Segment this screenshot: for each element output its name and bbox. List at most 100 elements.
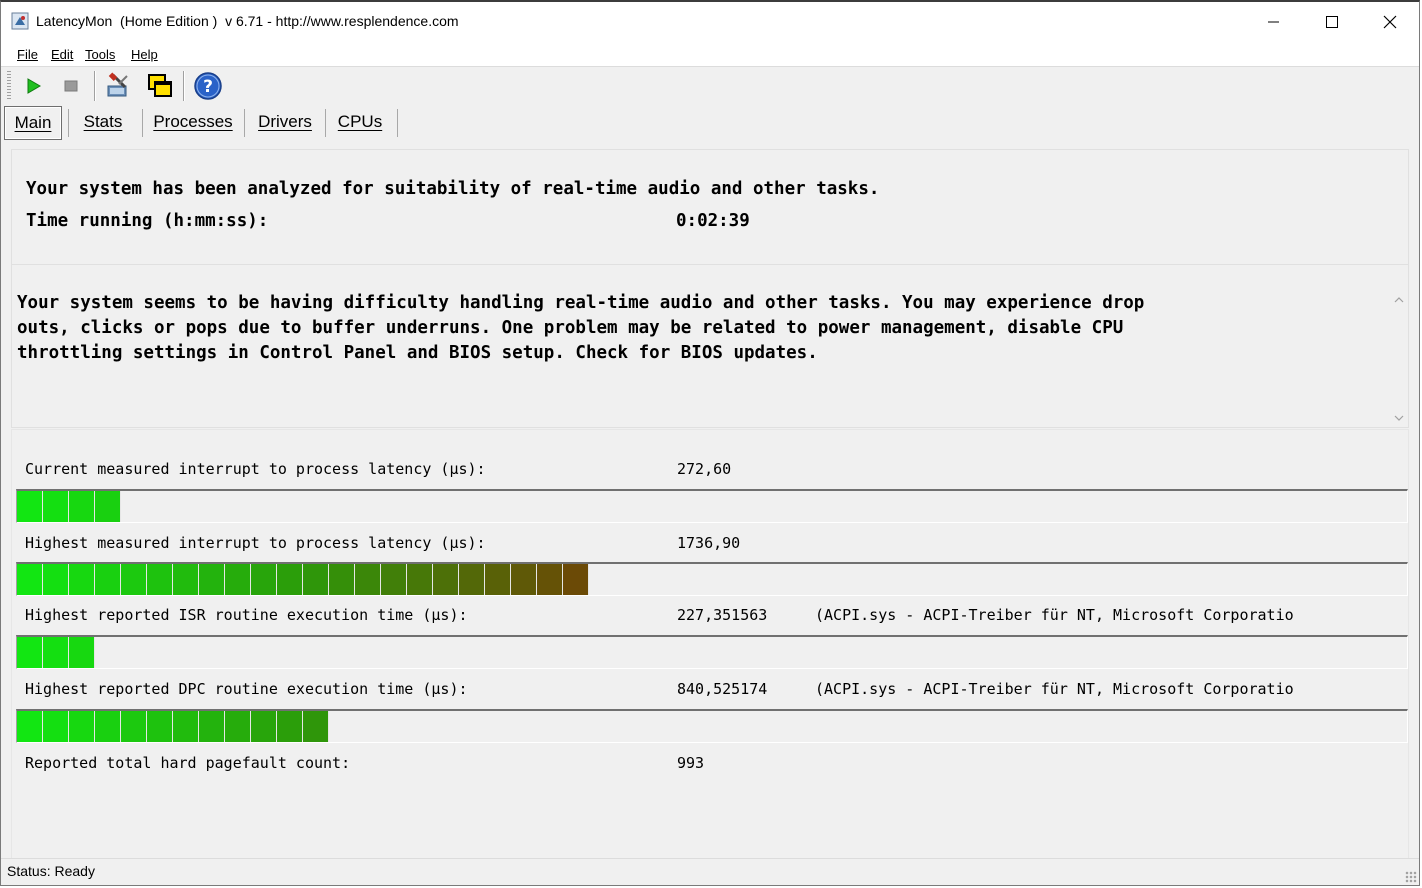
time-running-label: Time running (h:mm:ss): — [26, 211, 269, 231]
bar-segment — [17, 711, 43, 742]
tab-bar: Main Stats Processes Drivers CPUs — [1, 105, 1419, 140]
bar-segment — [69, 637, 95, 668]
window-copy-icon — [148, 74, 172, 97]
bar-segment — [303, 564, 329, 595]
bar-segment — [329, 564, 355, 595]
menu-edit[interactable]: Edit — [51, 47, 73, 62]
title-bar[interactable]: LatencyMon (Home Edition ) v 6.71 - http… — [1, 2, 1419, 42]
menu-tools[interactable]: Tools — [85, 47, 115, 62]
help-button[interactable]: ? — [192, 70, 224, 102]
bar-segment — [355, 564, 381, 595]
current-latency-label: Current measured interrupt to process la… — [25, 460, 486, 478]
isr-driver-info: (ACPI.sys - ACPI-Treiber für NT, Microso… — [815, 606, 1294, 624]
bar-segment — [511, 564, 537, 595]
current-latency-bar — [16, 489, 1408, 523]
menu-file[interactable]: File — [17, 47, 38, 62]
close-button[interactable] — [1361, 2, 1419, 42]
bar-segment — [95, 711, 121, 742]
pagefault-count-label: Reported total hard pagefault count: — [25, 754, 351, 772]
current-latency-value: 272,60 — [677, 460, 732, 478]
summary-panel: Your system has been analyzed for suitab… — [11, 149, 1409, 265]
maximize-icon — [1326, 16, 1338, 28]
highest-latency-label: Highest measured interrupt to process la… — [25, 534, 486, 552]
dpc-time-value: 840,525174 — [677, 680, 768, 698]
dpc-time-bar — [16, 709, 1408, 743]
window-title: LatencyMon (Home Edition ) v 6.71 - http… — [36, 13, 459, 29]
dpc-driver-info: (ACPI.sys - ACPI-Treiber für NT, Microso… — [815, 680, 1294, 698]
highest-latency-bar-fill — [17, 564, 589, 595]
start-button[interactable] — [17, 70, 49, 102]
bar-segment — [381, 564, 407, 595]
bar-segment — [69, 491, 95, 522]
message-panel: Your system seems to be having difficult… — [11, 264, 1409, 428]
bar-segment — [147, 564, 173, 595]
scroll-up-icon[interactable] — [1390, 293, 1408, 307]
bar-segment — [277, 564, 303, 595]
status-bar: Status: Ready — [1, 858, 1419, 885]
pagefault-count-value: 993 — [677, 754, 705, 772]
bar-segment — [17, 637, 43, 668]
svg-text:?: ? — [203, 77, 213, 97]
highest-latency-value: 1736,90 — [677, 534, 741, 552]
stats-panel: Current measured interrupt to process la… — [11, 429, 1409, 859]
bar-segment — [251, 711, 277, 742]
window-button[interactable] — [144, 70, 176, 102]
stop-icon — [64, 80, 78, 92]
tab-main[interactable]: Main — [4, 106, 62, 140]
bar-segment — [43, 711, 69, 742]
toolbar-grip[interactable] — [7, 71, 11, 101]
isr-time-value: 227,351563 — [677, 606, 768, 624]
bar-segment — [303, 711, 329, 742]
isr-time-bar-fill — [17, 637, 95, 668]
bar-segment — [121, 711, 147, 742]
resize-grip[interactable] — [1405, 871, 1417, 883]
bar-segment — [95, 564, 121, 595]
tab-drivers[interactable]: Drivers — [249, 106, 321, 138]
isr-time-bar — [16, 635, 1408, 669]
highest-latency-bar — [16, 562, 1408, 596]
current-latency-bar-fill — [17, 491, 121, 522]
menu-help[interactable]: Help — [131, 47, 158, 62]
bar-segment — [199, 564, 225, 595]
summary-text: Your system has been analyzed for suitab… — [26, 179, 880, 199]
maximize-button[interactable] — [1303, 2, 1361, 42]
bar-segment — [17, 564, 43, 595]
settings-button[interactable] — [103, 70, 135, 102]
status-text: Status: Ready — [7, 863, 95, 879]
dpc-time-label: Highest reported DPC routine execution t… — [25, 680, 468, 698]
bar-segment — [173, 564, 199, 595]
message-scrollbar[interactable] — [1390, 265, 1408, 427]
close-icon — [1383, 15, 1397, 29]
tab-stats[interactable]: Stats — [73, 106, 133, 138]
bar-segment — [407, 564, 433, 595]
bar-segment — [173, 711, 199, 742]
bar-segment — [121, 564, 147, 595]
bar-segment — [43, 564, 69, 595]
tab-processes[interactable]: Processes — [147, 106, 239, 138]
message-text: Your system seems to be having difficult… — [17, 293, 1145, 363]
stop-button[interactable] — [55, 70, 87, 102]
bar-segment — [147, 711, 173, 742]
bar-segment — [277, 711, 303, 742]
app-icon — [11, 12, 29, 30]
bar-segment — [485, 564, 511, 595]
bar-segment — [537, 564, 563, 595]
bar-segment — [69, 711, 95, 742]
bar-segment — [225, 564, 251, 595]
scroll-down-icon[interactable] — [1390, 411, 1408, 425]
bar-segment — [199, 711, 225, 742]
menu-bar: File Edit Tools Help — [1, 42, 1419, 67]
latencymon-window: LatencyMon (Home Edition ) v 6.71 - http… — [0, 0, 1420, 886]
bar-segment — [225, 711, 251, 742]
bar-segment — [43, 491, 69, 522]
bar-segment — [17, 491, 43, 522]
tab-cpus[interactable]: CPUs — [330, 106, 390, 138]
play-icon — [27, 78, 41, 94]
settings-tools-icon — [107, 72, 128, 97]
bar-segment — [459, 564, 485, 595]
minimize-button[interactable] — [1245, 2, 1303, 42]
bar-segment — [95, 491, 121, 522]
dpc-time-bar-fill — [17, 711, 329, 742]
isr-time-label: Highest reported ISR routine execution t… — [25, 606, 468, 624]
bar-segment — [43, 637, 69, 668]
